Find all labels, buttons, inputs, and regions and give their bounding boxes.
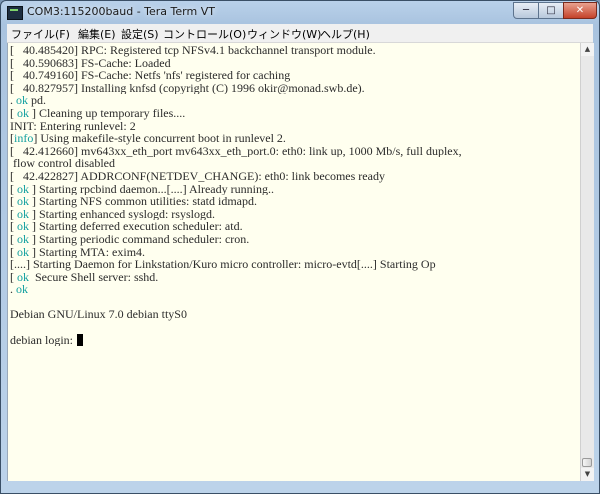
terminal-text: [ <box>10 245 17 259</box>
terminal-line: [....] Starting Daemon for Linkstation/K… <box>10 258 581 271</box>
menu-control[interactable]: コントロール(O) <box>163 26 246 42</box>
maximize-button[interactable]: □ <box>538 2 564 19</box>
terminal-output[interactable]: [ 40.485420] RPC: Registered tcp NFSv4.1… <box>7 43 581 481</box>
terminal-text: [ <box>10 106 17 120</box>
status-tag: ok <box>17 106 29 120</box>
tera-term-window: COM3:115200baud - Tera Term VT ─ □ ✕ ファイ… <box>0 0 600 494</box>
terminal-text: pd. <box>28 94 46 107</box>
terminal-text: Secure Shell server: sshd. <box>29 270 159 284</box>
title-bar[interactable]: COM3:115200baud - Tera Term VT ─ □ ✕ <box>1 1 599 23</box>
terminal-lines: [ 40.485420] RPC: Registered tcp NFSv4.1… <box>10 44 581 346</box>
terminal-line: [ ok ] Starting deferred execution sched… <box>10 220 581 233</box>
status-tag: ok <box>17 270 29 284</box>
terminal-text: [ <box>10 182 17 196</box>
terminal-text: [ <box>10 220 17 233</box>
terminal-line: INIT: Entering runlevel: 2 <box>10 120 581 133</box>
terminal-line: [ ok ] Cleaning up temporary files.... <box>10 107 581 120</box>
text-cursor <box>77 333 83 346</box>
scroll-up-arrow-icon[interactable]: ▲ <box>581 43 594 56</box>
terminal-line: . ok <box>10 283 581 296</box>
terminal-text: [....] Starting Daemon for Linkstation/K… <box>10 258 436 271</box>
menu-edit[interactable]: 編集(E) <box>78 26 116 42</box>
terminal-text: [ <box>10 270 17 284</box>
menu-setup[interactable]: 設定(S) <box>121 26 159 42</box>
terminal-text: flow control disabled <box>10 157 115 170</box>
terminal-text: ] Starting periodic command scheduler: c… <box>29 232 250 246</box>
status-tag: ok <box>17 195 29 208</box>
terminal-line: [ 40.485420] RPC: Registered tcp NFSv4.1… <box>10 44 581 57</box>
terminal-text: [ 40.827957] Installing knfsd (copyright… <box>10 81 365 95</box>
scroll-down-arrow-icon[interactable]: ▼ <box>581 468 594 481</box>
status-tag: ok <box>17 207 29 221</box>
menu-help[interactable]: ヘルプ(H) <box>320 26 370 42</box>
terminal-text: ] Starting NFS common utilities: statd i… <box>29 195 257 208</box>
terminal-text: Debian GNU/Linux 7.0 debian ttyS0 <box>10 308 187 322</box>
terminal-text: ] Cleaning up temporary files.... <box>29 106 186 120</box>
terminal-text: ] Starting MTA: exim4. <box>29 245 146 259</box>
terminal-text: [ <box>10 195 17 208</box>
menu-file[interactable]: ファイル(F) <box>11 26 70 42</box>
terminal-line: [ 40.749160] FS-Cache: Netfs 'nfs' regis… <box>10 69 581 82</box>
status-tag: ok <box>16 283 28 296</box>
terminal-line: [ 40.590683] FS-Cache: Loaded <box>10 57 581 70</box>
status-tag: ok <box>17 220 29 233</box>
terminal-text: ] Starting enhanced syslogd: rsyslogd. <box>29 207 215 221</box>
terminal-text: [ 42.422827] ADDRCONF(NETDEV_CHANGE): et… <box>10 169 385 183</box>
terminal-line: [ ok Secure Shell server: sshd. <box>10 271 581 284</box>
terminal-text: INIT: Entering runlevel: 2 <box>10 119 136 133</box>
terminal-text: [ 40.590683] FS-Cache: Loaded <box>10 56 171 70</box>
terminal-line: Debian GNU/Linux 7.0 debian ttyS0 <box>10 308 581 321</box>
close-button[interactable]: ✕ <box>563 2 597 19</box>
terminal-text: [ 42.412660] mv643xx_eth_port mv643xx_et… <box>10 144 462 158</box>
terminal-line: [ 42.422827] ADDRCONF(NETDEV_CHANGE): et… <box>10 170 581 183</box>
terminal-line: flow control disabled <box>10 157 581 170</box>
terminal-text: [ 40.485420] RPC: Registered tcp NFSv4.1… <box>10 44 376 57</box>
terminal-line: [ ok ] Starting NFS common utilities: st… <box>10 195 581 208</box>
terminal-line: [info] Using makefile-style concurrent b… <box>10 132 581 145</box>
status-tag: ok <box>17 182 29 196</box>
terminal-line: [ ok ] Starting rpcbind daemon...[....] … <box>10 183 581 196</box>
status-tag: ok <box>16 94 28 107</box>
terminal-text: [ <box>10 232 17 246</box>
status-tag: ok <box>17 232 29 246</box>
menu-window[interactable]: ウィンドウ(W) <box>247 26 321 42</box>
status-tag: ok <box>17 245 29 259</box>
terminal-text: [ <box>10 207 17 221</box>
terminal-line: [ ok ] Starting enhanced syslogd: rsyslo… <box>10 208 581 221</box>
scrollbar-thumb[interactable] <box>582 458 592 467</box>
menu-bar: ファイル(F) 編集(E) 設定(S) コントロール(O) ウィンドウ(W) ヘ… <box>7 24 593 43</box>
terminal-text: ] Using makefile-style concurrent boot i… <box>33 132 286 145</box>
terminal-line: [ ok ] Starting MTA: exim4. <box>10 246 581 259</box>
terminal-line: [ 40.827957] Installing knfsd (copyright… <box>10 82 581 95</box>
minimize-button[interactable]: ─ <box>513 2 539 19</box>
terminal-line: [ 42.412660] mv643xx_eth_port mv643xx_et… <box>10 145 581 158</box>
terminal-text: debian login: <box>10 333 73 347</box>
status-tag: info <box>14 132 34 145</box>
terminal-text: ] Starting rpcbind daemon...[....] Alrea… <box>29 182 274 196</box>
terminal-text: ] Starting deferred execution scheduler:… <box>29 220 243 233</box>
vertical-scrollbar[interactable]: ▲ ▼ <box>580 43 594 481</box>
terminal-line: debian login: <box>10 333 581 347</box>
window-title: COM3:115200baud - Tera Term VT <box>27 5 215 18</box>
terminal-line: . ok pd. <box>10 94 581 107</box>
terminal-text: [ 40.749160] FS-Cache: Netfs 'nfs' regis… <box>10 69 291 82</box>
terminal-line: [ ok ] Starting periodic command schedul… <box>10 233 581 246</box>
terminal-app-icon <box>7 6 23 20</box>
